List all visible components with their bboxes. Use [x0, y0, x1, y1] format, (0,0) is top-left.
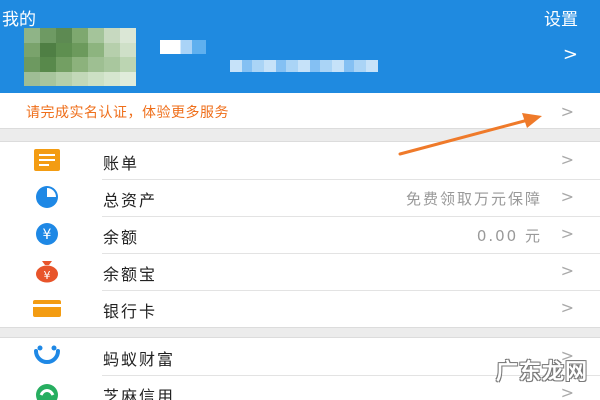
watermark: 广东龙网	[495, 360, 588, 385]
chevron-right-icon: >	[560, 298, 574, 317]
yuan-coin-icon: ¥	[36, 223, 58, 245]
verify-identity-text: 请完成实名认证，体验更多服务	[26, 105, 229, 121]
bill-icon	[34, 149, 60, 171]
menu-group-assets: 账单 > 总资产 免费领取万元保障 > ¥ 余额 0.00 元 > ¥ 余额宝 …	[0, 141, 600, 328]
avatar[interactable]	[24, 28, 136, 86]
menu-item-label: 余额宝	[103, 265, 158, 284]
menu-item-label: 账单	[103, 154, 140, 173]
menu-item-label: 总资产	[103, 191, 158, 210]
verify-chevron-icon: >	[560, 102, 574, 121]
menu-item-label: 余额	[103, 228, 140, 247]
menu-item-bill[interactable]: 账单 >	[0, 142, 600, 179]
svg-text:¥: ¥	[43, 227, 52, 243]
menu-item-yuebao[interactable]: ¥ 余额宝 >	[0, 253, 600, 290]
menu-item-label: 蚂蚁财富	[103, 350, 176, 369]
account-id-blurred	[230, 60, 378, 72]
balance-amount: 0.00 元	[476, 227, 542, 245]
svg-text:¥: ¥	[44, 269, 51, 282]
sesame-credit-icon	[36, 384, 58, 400]
chevron-right-icon: >	[560, 224, 574, 243]
chevron-right-icon: >	[560, 261, 574, 280]
ant-fortune-icon	[34, 345, 60, 364]
menu-item-bank-card[interactable]: 银行卡 >	[0, 290, 600, 327]
menu-item-label: 银行卡	[103, 302, 158, 321]
settings-button[interactable]: 设置	[544, 5, 578, 30]
menu-item-balance[interactable]: ¥ 余额 0.00 元 >	[0, 216, 600, 253]
total-assets-promo-text: 免费领取万元保障	[405, 190, 542, 208]
money-bag-icon: ¥	[36, 261, 58, 283]
pie-chart-icon	[36, 186, 58, 208]
profile-header[interactable]: 我的 设置 >	[0, 0, 600, 93]
menu-item-total-assets[interactable]: 总资产 免费领取万元保障 >	[0, 179, 600, 216]
username-blurred	[160, 40, 206, 54]
chevron-right-icon: >	[560, 187, 574, 206]
menu-item-label: 芝麻信用	[103, 387, 176, 400]
chevron-right-icon: >	[560, 150, 574, 169]
page-title: 我的	[2, 10, 36, 30]
profile-chevron-icon[interactable]: >	[563, 44, 578, 65]
bank-card-icon	[33, 300, 61, 317]
verify-identity-banner[interactable]: 请完成实名认证，体验更多服务 >	[0, 93, 600, 129]
